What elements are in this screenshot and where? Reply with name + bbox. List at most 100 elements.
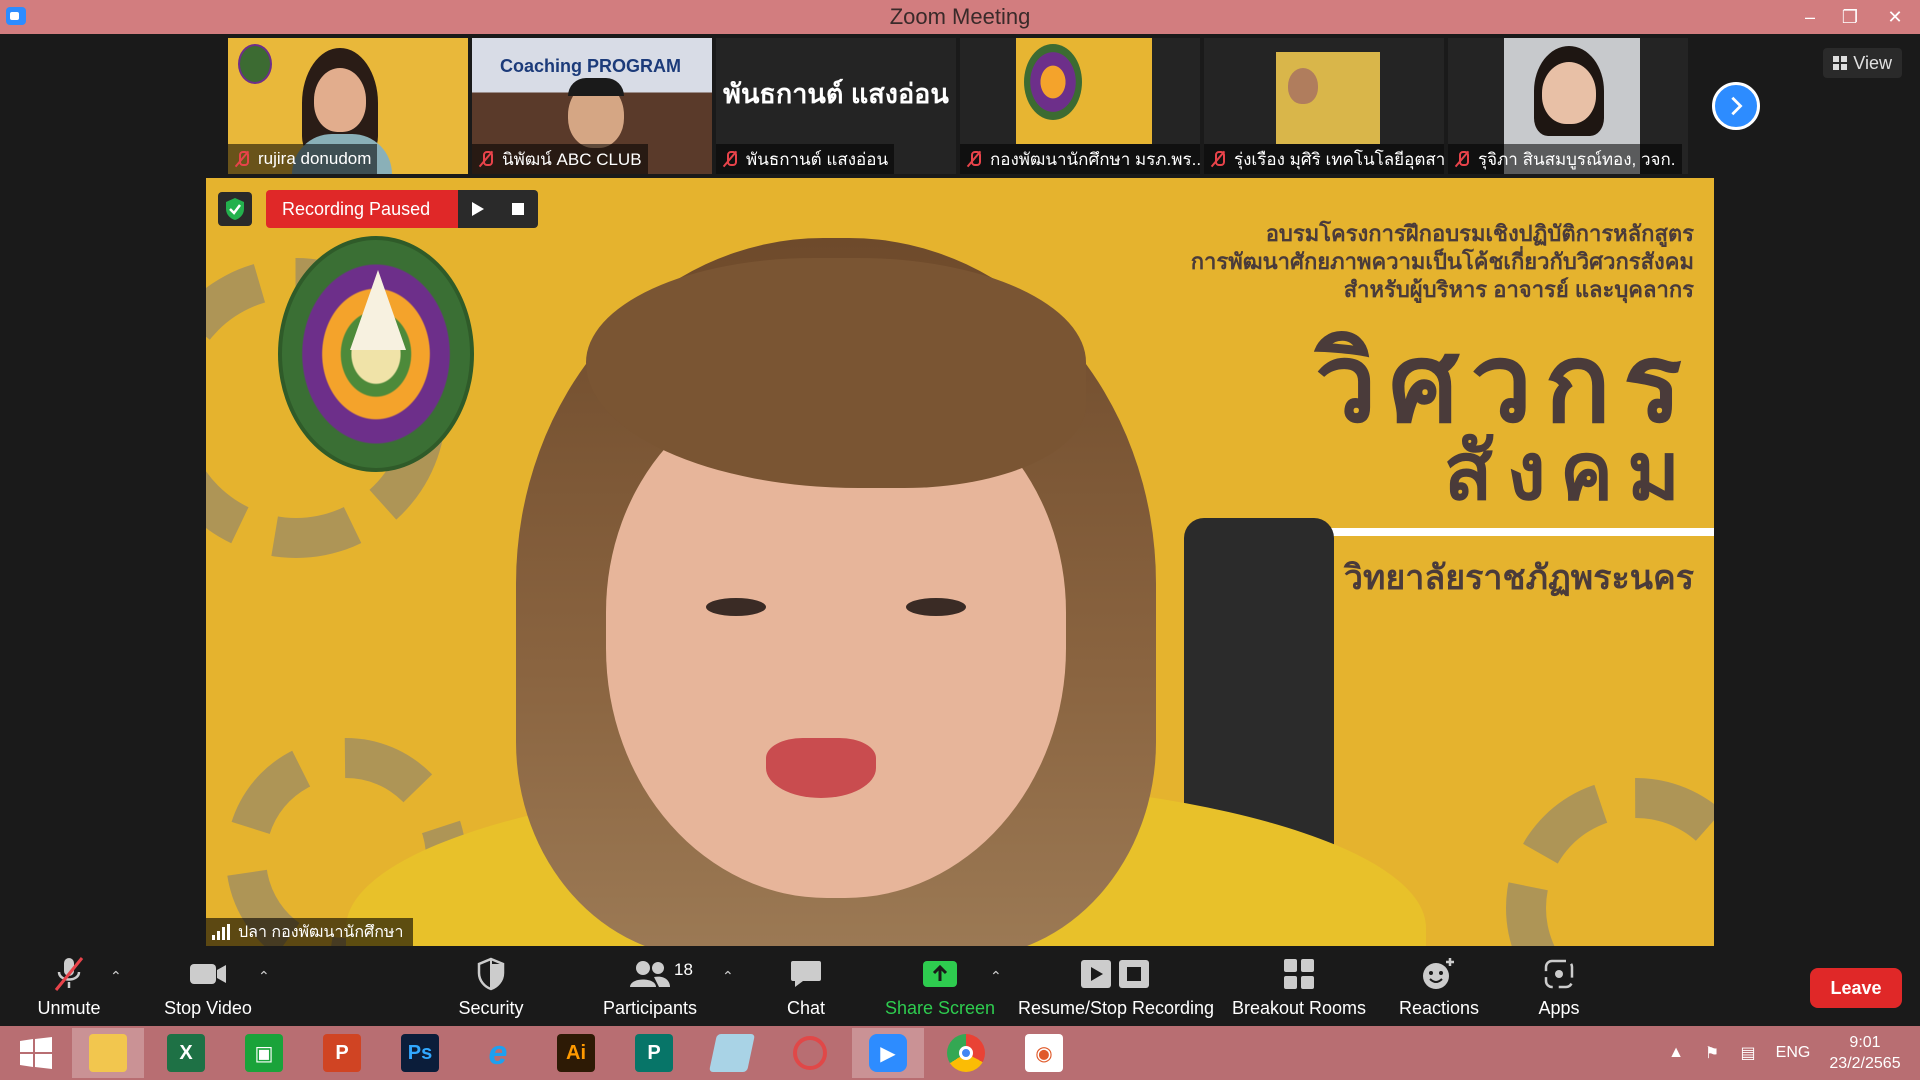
- taskbar-file-explorer[interactable]: [72, 1028, 144, 1078]
- taskbar-photoscape[interactable]: [774, 1028, 846, 1078]
- security-shield-icon: [477, 957, 505, 991]
- view-button[interactable]: View: [1823, 48, 1902, 78]
- tray-expand-icon[interactable]: ▲: [1658, 1044, 1694, 1062]
- participant-tile[interactable]: รุจิภา สินสมบูรณ์ทอง, วจก.: [1448, 38, 1688, 174]
- taskbar-illustrator[interactable]: Ai: [540, 1028, 612, 1078]
- resume-stop-recording-button[interactable]: Resume/Stop Recording: [1018, 954, 1214, 1019]
- share-options-caret[interactable]: ⌃: [990, 968, 1002, 985]
- stop-video-label: Stop Video: [164, 998, 252, 1018]
- participants-options-caret[interactable]: ⌃: [722, 968, 734, 985]
- apps-button[interactable]: Apps: [1534, 954, 1584, 1019]
- chevron-right-icon: [1731, 96, 1743, 116]
- muted-mic-icon: [1454, 150, 1470, 168]
- system-clock[interactable]: 9:01 23/2/2565: [1820, 1032, 1910, 1074]
- zoom-icon: ▶: [869, 1034, 907, 1072]
- minimize-button[interactable]: –: [1790, 0, 1830, 34]
- audio-options-caret[interactable]: ⌃: [110, 968, 122, 985]
- taskbar-internet-explorer[interactable]: e: [462, 1028, 534, 1078]
- start-button[interactable]: [0, 1028, 72, 1078]
- unmute-label: Unmute: [37, 998, 101, 1018]
- taskbar-chrome[interactable]: [930, 1028, 1002, 1078]
- security-button[interactable]: Security: [456, 954, 526, 1019]
- recording-status-label: Recording Paused: [266, 190, 459, 228]
- breakout-rooms-button[interactable]: Breakout Rooms: [1232, 954, 1366, 1019]
- participant-tile[interactable]: กองพัฒนานักศึกษา มรภ.พร...: [960, 38, 1200, 174]
- signal-strength-icon: [212, 924, 230, 940]
- muted-microphone-icon: [54, 957, 84, 991]
- muted-mic-icon: [722, 150, 738, 168]
- participant-name: นิพัฒน์ ABC CLUB: [502, 149, 642, 169]
- next-page-button[interactable]: [1712, 82, 1760, 130]
- chat-label: Chat: [786, 998, 826, 1018]
- taskbar-excel[interactable]: X: [150, 1028, 222, 1078]
- taskbar-zoom[interactable]: ▶: [852, 1028, 924, 1078]
- taskbar-publisher[interactable]: P: [618, 1028, 690, 1078]
- breakout-rooms-label: Breakout Rooms: [1231, 998, 1367, 1018]
- muted-mic-icon: [478, 150, 494, 168]
- participant-name: rujira donudom: [258, 149, 372, 168]
- participant-name-bar: พันธกานต์ แสงอ่อน: [716, 144, 895, 174]
- muted-mic-icon: [234, 150, 250, 168]
- language-indicator[interactable]: ENG: [1766, 1044, 1820, 1062]
- close-button[interactable]: ✕: [1870, 0, 1920, 34]
- participant-name: รุ่งเรือง มุศิริ เทคโนโลยีอุตสา...: [1234, 149, 1444, 169]
- encryption-shield-button[interactable]: [218, 192, 252, 226]
- active-speaker-label: ปลา กองพัฒนานักศึกษา: [206, 918, 414, 946]
- stop-recording-button[interactable]: [498, 190, 539, 228]
- participant-name-bar: รุจิภา สินสมบูรณ์ทอง, วจก.: [1448, 144, 1682, 174]
- taskbar-photoshop[interactable]: Ps: [384, 1028, 456, 1078]
- participant-name-bar: นิพัฒน์ ABC CLUB: [472, 144, 648, 174]
- gear-decoration: [1506, 778, 1714, 946]
- participants-icon: [630, 961, 670, 987]
- participant-face: [314, 68, 366, 132]
- reactions-button[interactable]: Reactions: [1396, 954, 1482, 1019]
- network-icon[interactable]: ▤: [1730, 1043, 1766, 1063]
- participant-tile[interactable]: รุ่งเรือง มุศิริ เทคโนโลยีอุตสา...: [1204, 38, 1444, 174]
- store-icon: ▣: [245, 1034, 283, 1072]
- speaker-mouth: [766, 738, 876, 798]
- stop-video-button[interactable]: Stop Video: [162, 954, 254, 1019]
- participant-face: [1542, 62, 1596, 124]
- participant-tile[interactable]: rujira donudom: [228, 38, 468, 174]
- seal-emblem: [350, 270, 406, 350]
- chat-button[interactable]: Chat: [776, 954, 836, 1019]
- participant-name: กองพัฒนานักศึกษา มรภ.พร...: [990, 149, 1200, 169]
- illustrator-icon: Ai: [557, 1034, 595, 1072]
- video-options-caret[interactable]: ⌃: [258, 968, 270, 985]
- taskbar-store[interactable]: ▣: [228, 1028, 300, 1078]
- speaker-eye: [906, 598, 966, 616]
- leave-button[interactable]: Leave: [1810, 968, 1902, 1008]
- share-screen-icon: [923, 961, 957, 987]
- shield-check-icon: [226, 198, 244, 220]
- chat-bubble-icon: [791, 961, 821, 987]
- participant-tile[interactable]: พันธกานต์ แสงอ่อน พันธกานต์ แสงอ่อน: [716, 38, 956, 174]
- speaker-eye: [706, 598, 766, 616]
- university-seal: [278, 236, 474, 472]
- reactions-label: Reactions: [1398, 998, 1480, 1018]
- participant-hair: [568, 78, 624, 96]
- notes-icon: [708, 1034, 756, 1072]
- participant-gallery: rujira donudom Coaching PROGRAM นิพัฒน์ …: [0, 34, 1920, 176]
- slide-title: สังคม: [1443, 427, 1694, 516]
- play-icon: [472, 202, 485, 216]
- taskbar-paint[interactable]: ◉: [1008, 1028, 1080, 1078]
- video-camera-icon: [190, 964, 226, 984]
- windows-taskbar: X ▣ P Ps e Ai P ▶ ◉ ▲ ⚑ ▤ ENG 9:01 23/2/…: [0, 1026, 1920, 1080]
- excel-icon: X: [167, 1034, 205, 1072]
- unmute-button[interactable]: Unmute: [34, 954, 104, 1019]
- action-center-flag-icon[interactable]: ⚑: [1694, 1043, 1730, 1063]
- internet-explorer-icon: e: [488, 1033, 508, 1072]
- restore-button[interactable]: ❐: [1830, 0, 1870, 34]
- taskbar-notes[interactable]: [696, 1028, 768, 1078]
- share-screen-button[interactable]: Share Screen: [884, 954, 996, 1019]
- windows-logo-icon: [20, 1037, 52, 1069]
- resume-recording-button[interactable]: [458, 190, 499, 228]
- stop-icon: [512, 203, 525, 215]
- participant-face: [1288, 68, 1318, 104]
- paint-icon: ◉: [1025, 1034, 1063, 1072]
- participants-count: 18: [674, 960, 693, 979]
- participant-name: รุจิภา สินสมบูรณ์ทอง, วจก.: [1478, 149, 1676, 169]
- taskbar-powerpoint[interactable]: P: [306, 1028, 378, 1078]
- participant-tile[interactable]: Coaching PROGRAM นิพัฒน์ ABC CLUB: [472, 38, 712, 174]
- university-seal: [1024, 44, 1082, 120]
